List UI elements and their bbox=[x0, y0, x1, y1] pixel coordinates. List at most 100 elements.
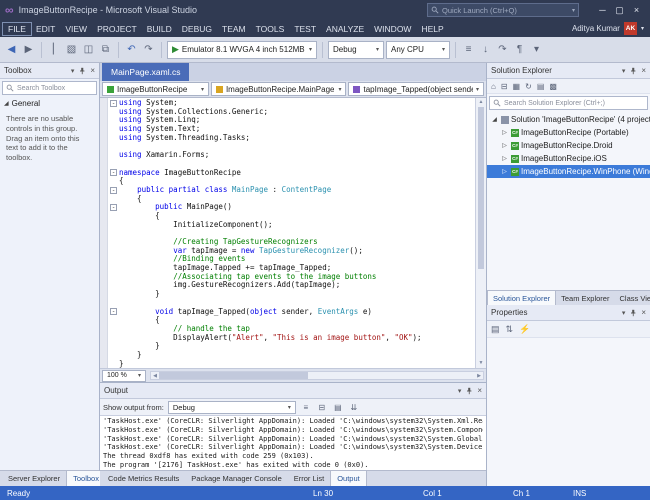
chevron-down-icon[interactable]: ▾ bbox=[622, 309, 626, 317]
scroll-left-icon[interactable]: ◀ bbox=[151, 373, 159, 379]
expander-expanded-icon[interactable]: ◢ bbox=[490, 116, 499, 123]
scroll-right-icon[interactable]: ▶ bbox=[475, 373, 483, 379]
tab-solution-explorer[interactable]: Solution Explorer bbox=[487, 291, 556, 305]
tab-team-explorer[interactable]: Team Explorer bbox=[556, 291, 614, 305]
tab-error-list[interactable]: Error List bbox=[288, 471, 330, 486]
code-line[interactable]: - public partial class MainPage : Conten… bbox=[108, 186, 475, 195]
toolbox-group-general[interactable]: ◢ General bbox=[0, 97, 99, 110]
code-line[interactable]: img.GestureRecognizers.Add(tapImage); bbox=[108, 281, 475, 290]
expander-collapsed-icon[interactable]: ▷ bbox=[500, 168, 509, 175]
tab-class-view[interactable]: Class View bbox=[614, 291, 650, 305]
tree-item-imagebuttonrecipe-droid[interactable]: ▷C#ImageButtonRecipe.Droid bbox=[487, 139, 650, 152]
refresh-icon[interactable]: ↻ bbox=[525, 82, 532, 91]
scrollbar-thumb[interactable] bbox=[478, 107, 484, 269]
project-dropdown[interactable]: ImageButtonRecipe ▾ bbox=[102, 82, 209, 96]
breakpoint-margin[interactable] bbox=[100, 98, 108, 368]
alphabetical-icon[interactable]: ⇅ bbox=[506, 324, 514, 335]
scroll-down-icon[interactable]: ▼ bbox=[476, 359, 486, 368]
solution-explorer-search-input[interactable]: Search Solution Explorer (Ctrl+;) bbox=[489, 96, 648, 110]
fold-toggle-icon[interactable]: - bbox=[110, 187, 117, 194]
pin-icon[interactable] bbox=[629, 67, 637, 75]
menu-item-test[interactable]: TEST bbox=[289, 23, 321, 35]
tree-item-imagebuttonrecipe-ios[interactable]: ▷C#ImageButtonRecipe.iOS bbox=[487, 152, 650, 165]
menu-item-edit[interactable]: EDIT bbox=[31, 23, 60, 35]
show-all-files-icon[interactable]: ▦ bbox=[513, 82, 521, 91]
code-line[interactable]: using Xamarin.Forms; bbox=[108, 151, 475, 160]
tab-package-manager-console[interactable]: Package Manager Console bbox=[185, 471, 287, 486]
quick-launch-input[interactable]: Quick Launch (Ctrl+Q) ▾ bbox=[427, 3, 579, 17]
expander-collapsed-icon[interactable]: ▷ bbox=[500, 155, 509, 162]
word-wrap-icon[interactable]: ▤ bbox=[332, 403, 344, 412]
close-icon[interactable]: × bbox=[641, 308, 646, 317]
user-avatar[interactable]: AK bbox=[624, 22, 637, 35]
show-whitespace-icon[interactable]: ¶ bbox=[512, 44, 527, 55]
user-name[interactable]: Aditya Kumar bbox=[572, 24, 620, 33]
menu-item-tools[interactable]: TOOLS bbox=[251, 23, 290, 35]
code-line[interactable]: - void tapImage_Tapped(object sender, Ev… bbox=[108, 308, 475, 317]
save-all-icon[interactable]: ⧉ bbox=[98, 44, 113, 55]
fold-toggle-icon[interactable]: - bbox=[110, 308, 117, 315]
tab-output[interactable]: Output bbox=[330, 471, 367, 486]
document-tab-mainpage[interactable]: MainPage.xaml.cs bbox=[102, 63, 189, 81]
menu-item-file[interactable]: FILE bbox=[3, 23, 31, 35]
type-dropdown[interactable]: ImageButtonRecipe.MainPage ▾ bbox=[211, 82, 347, 96]
expander-expanded-icon[interactable]: ◢ bbox=[4, 100, 9, 107]
code-line[interactable]: } bbox=[108, 351, 475, 360]
menu-item-team[interactable]: TEAM bbox=[217, 23, 251, 35]
close-icon[interactable]: × bbox=[477, 386, 482, 395]
view-code-icon[interactable]: ▩ bbox=[549, 82, 557, 91]
new-file-icon[interactable]: ⎜ bbox=[47, 44, 62, 55]
scroll-up-icon[interactable]: ▲ bbox=[476, 98, 486, 107]
tab-server-explorer[interactable]: Server Explorer bbox=[2, 471, 66, 486]
chevron-down-icon[interactable]: ▾ bbox=[622, 67, 626, 75]
step-into-icon[interactable]: ↓ bbox=[478, 44, 493, 55]
events-icon[interactable]: ⚡ bbox=[519, 324, 530, 335]
toolbox-search-input[interactable]: Search Toolbox bbox=[2, 81, 97, 95]
menu-item-build[interactable]: BUILD bbox=[142, 23, 177, 35]
tab-code-metrics-results[interactable]: Code Metrics Results bbox=[102, 471, 185, 486]
pin-icon[interactable] bbox=[465, 387, 473, 395]
code-line[interactable]: DisplayAlert("Alert", "This is an image … bbox=[108, 334, 475, 343]
code-line[interactable]: - public MainPage() bbox=[108, 203, 475, 212]
debug-target-dropdown[interactable]: ▶ Emulator 8.1 WVGA 4 inch 512MB ▾ bbox=[167, 41, 317, 59]
redo-icon[interactable]: ↷ bbox=[141, 44, 156, 55]
clear-all-icon[interactable]: ⊟ bbox=[316, 403, 328, 412]
close-icon[interactable]: × bbox=[90, 66, 95, 75]
menu-item-view[interactable]: VIEW bbox=[60, 23, 92, 35]
tree-item-solution[interactable]: ◢Solution 'ImageButtonRecipe' (4 project… bbox=[487, 113, 650, 126]
member-dropdown[interactable]: tapImage_Tapped(object sender, Event ▾ bbox=[348, 82, 484, 96]
output-source-dropdown[interactable]: Debug ▾ bbox=[168, 401, 296, 414]
configuration-dropdown[interactable]: Debug ▾ bbox=[328, 41, 384, 59]
pin-icon[interactable] bbox=[629, 309, 637, 317]
editor-vertical-scrollbar[interactable]: ▲ ▼ bbox=[475, 98, 486, 368]
fold-toggle-icon[interactable]: - bbox=[110, 169, 117, 176]
code-line[interactable]: } bbox=[108, 360, 475, 368]
close-button[interactable]: × bbox=[628, 5, 645, 16]
chevron-down-icon[interactable]: ▾ bbox=[641, 25, 644, 32]
fold-toggle-icon[interactable]: - bbox=[110, 204, 117, 211]
tree-item-imagebuttonrecipe-winphone[interactable]: ▷C#ImageButtonRecipe.WinPhone (Windows P… bbox=[487, 165, 650, 178]
tree-item-imagebuttonrecipe[interactable]: ▷C#ImageButtonRecipe (Portable) bbox=[487, 126, 650, 139]
editor-horizontal-scrollbar[interactable]: ◀ ▶ bbox=[150, 371, 484, 380]
menu-item-help[interactable]: HELP bbox=[416, 23, 448, 35]
save-icon[interactable]: ◫ bbox=[81, 44, 96, 55]
toolbar-overflow-icon[interactable]: ▾ bbox=[529, 44, 544, 55]
step-over-icon[interactable]: ↷ bbox=[495, 44, 510, 55]
properties-icon[interactable]: ▤ bbox=[537, 82, 545, 91]
chevron-down-icon[interactable]: ▾ bbox=[458, 387, 462, 395]
code-line[interactable]: } bbox=[108, 342, 475, 351]
chevron-down-icon[interactable]: ▾ bbox=[71, 67, 75, 75]
expander-collapsed-icon[interactable]: ▷ bbox=[500, 129, 509, 136]
categorized-icon[interactable]: ▤ bbox=[491, 324, 500, 335]
find-message-icon[interactable]: ≡ bbox=[300, 403, 312, 412]
output-lines[interactable]: 'TaskHost.exe' (CoreCLR: Silverlight App… bbox=[100, 416, 486, 470]
fold-toggle-icon[interactable]: - bbox=[110, 100, 117, 107]
maximize-button[interactable]: ▢ bbox=[611, 5, 628, 16]
menu-item-project[interactable]: PROJECT bbox=[92, 23, 142, 35]
code-line[interactable]: -namespace ImageButtonRecipe bbox=[108, 169, 475, 178]
code-editor[interactable]: -using System;using System.Collections.G… bbox=[100, 98, 486, 368]
expander-collapsed-icon[interactable]: ▷ bbox=[500, 142, 509, 149]
pin-icon[interactable] bbox=[78, 67, 86, 75]
menu-item-debug[interactable]: DEBUG bbox=[177, 23, 217, 35]
code-lines[interactable]: -using System;using System.Collections.G… bbox=[108, 98, 475, 368]
